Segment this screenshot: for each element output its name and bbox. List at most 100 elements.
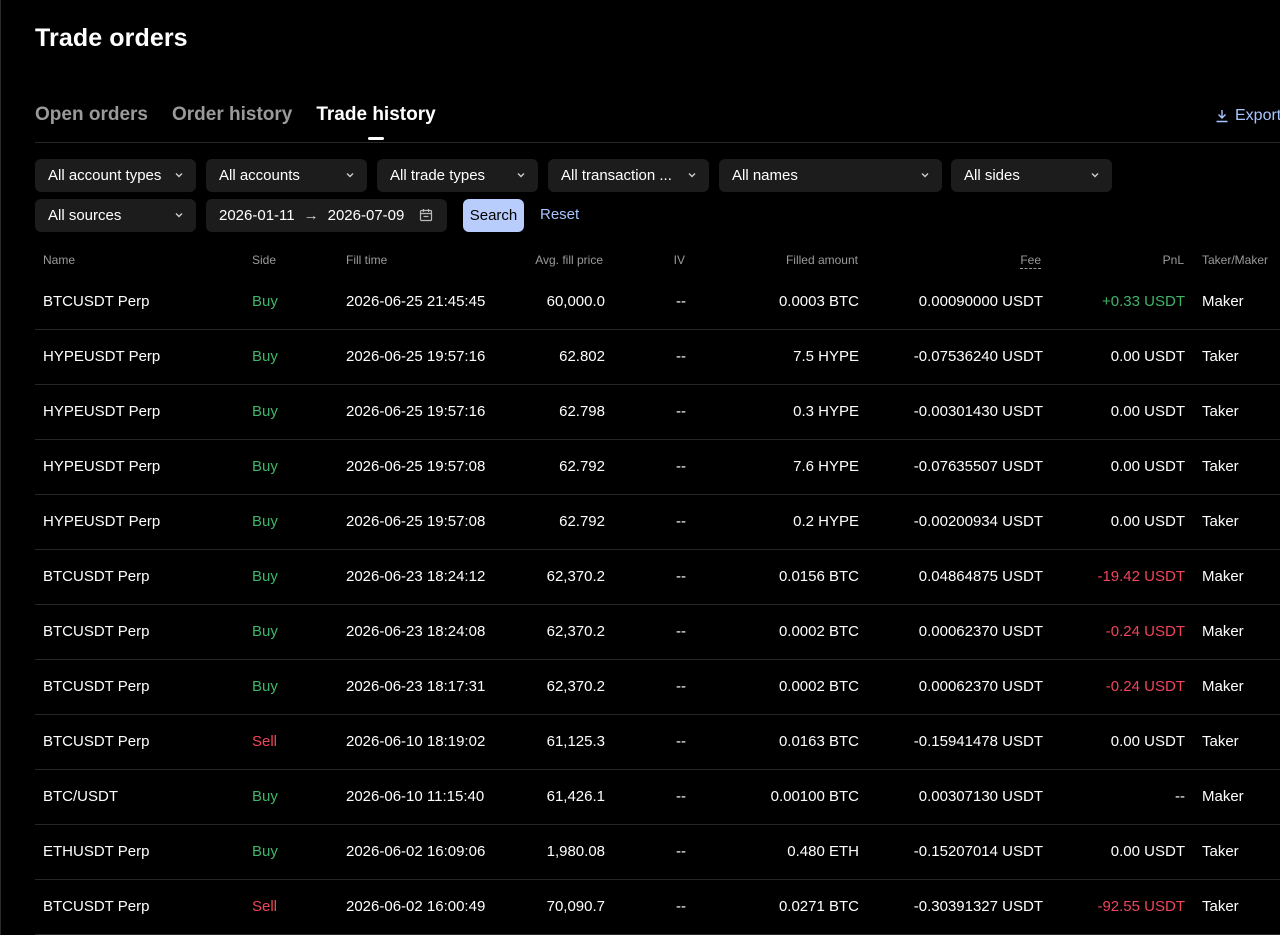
cell-filled-amount: 0.0003 BTC — [778, 293, 859, 310]
cell-side: Sell — [252, 733, 278, 750]
cell-fill-time: 2026-06-25 19:57:08 — [346, 458, 486, 475]
chevron-down-icon — [346, 173, 354, 178]
table-row[interactable]: ETHUSDT Perp Buy 2026-06-02 16:09:06 1,980.… — [35, 825, 1280, 880]
cell-avg-fill-price: 62,370.2 — [546, 623, 605, 640]
cell-fee: -0.15207014 USDT — [913, 843, 1043, 860]
cell-name: ETHUSDT Perp — [43, 843, 150, 860]
page-frame: Trade orders Open orders Order history T… — [0, 0, 1280, 935]
cell-fee: 0.00307130 USDT — [918, 788, 1043, 805]
table-row[interactable]: HYPEUSDT Perp Buy 2026-06-25 19:57:08 62.79… — [35, 495, 1280, 550]
cell-taker-maker: Maker — [1202, 788, 1244, 805]
cell-name: BTC/USDT — [43, 788, 118, 805]
trade-types-select[interactable]: All trade types — [377, 159, 538, 192]
cell-fee: -0.07536240 USDT — [913, 348, 1043, 365]
cell-filled-amount: 0.0156 BTC — [778, 568, 859, 585]
cell-name: BTCUSDT Perp — [43, 898, 150, 915]
cell-side: Sell — [252, 898, 278, 915]
tab-order-history[interactable]: Order history — [172, 104, 292, 142]
cell-avg-fill-price: 61,426.1 — [546, 788, 605, 805]
search-button[interactable]: Search — [463, 199, 524, 232]
cell-fill-time: 2026-06-23 18:17:31 — [346, 678, 486, 695]
cell-avg-fill-price: 62.802 — [559, 348, 605, 365]
cell-taker-maker: Maker — [1202, 293, 1244, 310]
cell-taker-maker: Maker — [1202, 678, 1244, 695]
table-row[interactable]: BTC/USDT Buy 2026-06-10 11:15:40 61,426.1 --… — [35, 770, 1280, 825]
cell-iv: -- — [676, 623, 686, 640]
cell-filled-amount: 0.0002 BTC — [778, 678, 859, 695]
cell-avg-fill-price: 70,090.7 — [546, 898, 605, 915]
header-fee[interactable]: Fee — [1020, 253, 1041, 269]
cell-fill-time: 2026-06-10 11:15:40 — [346, 788, 485, 805]
cell-filled-amount: 0.0002 BTC — [778, 623, 859, 640]
date-from[interactable]: 2026-01-11 — [219, 207, 295, 224]
cell-side: Buy — [252, 843, 278, 860]
cell-fill-time: 2026-06-25 19:57:08 — [346, 513, 486, 530]
table-row[interactable]: BTCUSDT Perp Buy 2026-06-25 21:45:45 60,000… — [35, 275, 1280, 330]
cell-taker-maker: Taker — [1202, 733, 1239, 750]
cell-name: BTCUSDT Perp — [43, 623, 150, 640]
cell-fee: -0.00301430 USDT — [913, 403, 1043, 420]
date-to[interactable]: 2026-07-09 — [328, 207, 405, 224]
cell-iv: -- — [676, 293, 686, 310]
accounts-select[interactable]: All accounts — [206, 159, 367, 192]
cell-fee: 0.00062370 USDT — [918, 678, 1043, 695]
cell-fill-time: 2026-06-23 18:24:12 — [346, 568, 486, 585]
cell-iv: -- — [676, 898, 686, 915]
reset-button[interactable]: Reset — [540, 206, 579, 223]
cell-fill-time: 2026-06-02 16:09:06 — [346, 843, 486, 860]
tab-open-orders[interactable]: Open orders — [35, 104, 148, 142]
sources-select[interactable]: All sources — [35, 199, 196, 232]
table-row[interactable]: HYPEUSDT Perp Buy 2026-06-25 19:57:16 62.79… — [35, 385, 1280, 440]
cell-taker-maker: Taker — [1202, 458, 1239, 475]
cell-side: Buy — [252, 348, 278, 365]
cell-taker-maker: Taker — [1202, 513, 1239, 530]
cell-taker-maker: Taker — [1202, 348, 1239, 365]
cell-taker-maker: Taker — [1202, 843, 1239, 860]
sides-value: All sides — [964, 167, 1020, 184]
names-select[interactable]: All names — [719, 159, 942, 192]
tab-bar: Open orders Order history Trade history — [35, 104, 460, 142]
accounts-value: All accounts — [219, 167, 300, 184]
cell-pnl: -19.42 USDT — [1097, 568, 1185, 585]
chevron-down-icon — [1091, 173, 1099, 178]
table-row[interactable]: HYPEUSDT Perp Buy 2026-06-25 19:57:08 62.79… — [35, 440, 1280, 495]
sides-select[interactable]: All sides — [951, 159, 1112, 192]
table-row[interactable]: BTCUSDT Perp Buy 2026-06-23 18:24:08 62,370… — [35, 605, 1280, 660]
cell-avg-fill-price: 62.792 — [559, 513, 605, 530]
table-row[interactable]: BTCUSDT Perp Sell 2026-06-02 16:00:49 70,09… — [35, 880, 1280, 935]
chevron-down-icon — [175, 173, 183, 178]
cell-side: Buy — [252, 403, 278, 420]
cell-filled-amount: 0.00100 BTC — [770, 788, 859, 805]
account-types-select[interactable]: All account types — [35, 159, 196, 192]
cell-avg-fill-price: 62.798 — [559, 403, 605, 420]
cell-fee: 0.00090000 USDT — [918, 293, 1043, 310]
table-row[interactable]: BTCUSDT Perp Sell 2026-06-10 18:19:02 61,12… — [35, 715, 1280, 770]
cell-fee: 0.04864875 USDT — [918, 568, 1043, 585]
header-taker-maker: Taker/Maker — [1202, 253, 1269, 267]
chevron-down-icon — [921, 173, 929, 178]
header-avg-fill-price: Avg. fill price — [535, 253, 603, 267]
cell-fee: -0.30391327 USDT — [913, 898, 1043, 915]
transaction-value: All transaction ... — [561, 167, 672, 184]
names-value: All names — [732, 167, 798, 184]
table-row[interactable]: BTCUSDT Perp Buy 2026-06-23 18:17:31 62,370… — [35, 660, 1280, 715]
cell-filled-amount: 7.6 HYPE — [793, 458, 859, 475]
cell-fill-time: 2026-06-25 19:57:16 — [346, 348, 486, 365]
arrow-right-icon: → — [303, 207, 319, 224]
table-row[interactable]: BTCUSDT Perp Buy 2026-06-23 18:24:12 62,370… — [35, 550, 1280, 605]
cell-fill-time: 2026-06-02 16:00:49 — [346, 898, 486, 915]
date-range-picker[interactable]: 2026-01-11 → 2026-07-09 — [206, 199, 447, 232]
chevron-down-icon — [688, 173, 696, 178]
transaction-select[interactable]: All transaction ... — [548, 159, 709, 192]
cell-iv: -- — [676, 843, 686, 860]
cell-fill-time: 2026-06-23 18:24:08 — [346, 623, 486, 640]
header-side: Side — [252, 253, 277, 267]
table-row[interactable]: HYPEUSDT Perp Buy 2026-06-25 19:57:16 62.80… — [35, 330, 1280, 385]
sources-value: All sources — [48, 207, 122, 224]
cell-avg-fill-price: 61,125.3 — [546, 733, 605, 750]
cell-name: HYPEUSDT Perp — [43, 513, 161, 530]
cell-pnl: 0.00 USDT — [1110, 513, 1185, 530]
tab-trade-history[interactable]: Trade history — [316, 104, 435, 142]
export-button[interactable]: Export — [1215, 107, 1280, 125]
cell-filled-amount: 7.5 HYPE — [793, 348, 859, 365]
